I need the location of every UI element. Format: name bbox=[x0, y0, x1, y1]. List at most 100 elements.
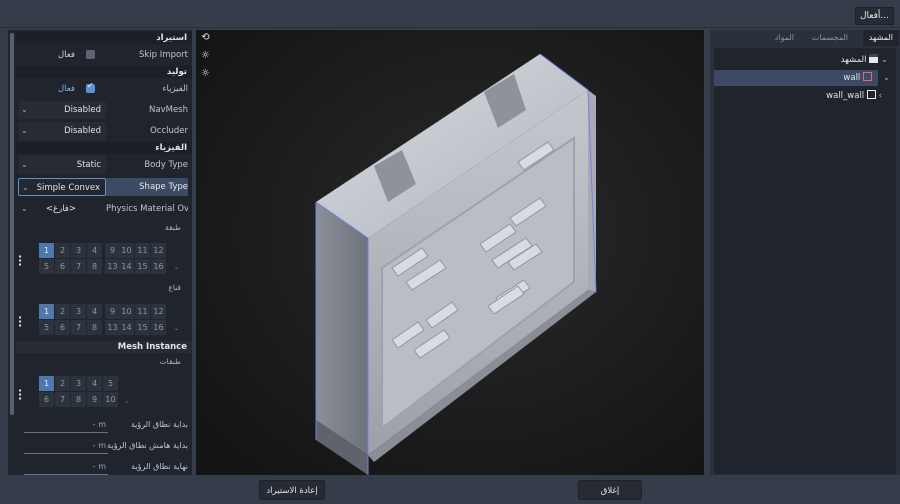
collision-layer-grid: 1 2 3 4 9 10 11 12 5 6 7 8 13 14 15 16 bbox=[39, 243, 166, 274]
chevron-down-icon[interactable]: ⌄ bbox=[174, 325, 179, 332]
layer-cell[interactable]: 4 bbox=[87, 243, 102, 258]
occluder-dropdown[interactable]: ⌄ Disabled bbox=[18, 122, 106, 140]
tree-node-wall[interactable]: wall bbox=[714, 70, 878, 86]
layer-cell[interactable]: 15 bbox=[135, 259, 150, 274]
layer-cell[interactable]: 10 bbox=[119, 304, 134, 319]
actions-button[interactable]: أفعال... bbox=[854, 7, 894, 25]
layer-cell[interactable]: 5 bbox=[39, 259, 54, 274]
visibility-begin-input[interactable]: - m bbox=[24, 420, 108, 433]
visibility-begin-margin-input[interactable]: - m bbox=[24, 441, 108, 454]
occluder-label: Occluder bbox=[150, 126, 188, 136]
skip-import-label: Skip Import bbox=[139, 50, 188, 60]
layer-cell[interactable]: 8 bbox=[87, 259, 102, 274]
physics-material-picker[interactable]: ⌄ <فارغ> bbox=[18, 200, 106, 218]
layer-cell[interactable]: 4 bbox=[87, 304, 102, 319]
layer-cell[interactable]: 1 bbox=[39, 376, 54, 391]
layer-cell[interactable]: 6 bbox=[39, 392, 54, 407]
layer-cell[interactable]: 4 bbox=[87, 376, 102, 391]
chevron-down-icon[interactable]: ⌄ bbox=[174, 264, 179, 271]
layer-cell[interactable]: 3 bbox=[71, 243, 86, 258]
mask-menu-icon[interactable]: · · · bbox=[18, 312, 24, 331]
layer-cell[interactable]: 8 bbox=[87, 320, 102, 335]
tree-node-wall-wall[interactable]: wall_wall ‹ bbox=[826, 88, 882, 104]
layer-cell[interactable]: 16 bbox=[151, 320, 166, 335]
layer-cell[interactable]: 1 bbox=[39, 304, 54, 319]
layer-cell[interactable]: 11 bbox=[135, 243, 150, 258]
layer-cell[interactable]: 10 bbox=[119, 243, 134, 258]
shape-type-label: Shape Type bbox=[106, 178, 188, 196]
visibility-end-input[interactable]: - m bbox=[24, 462, 108, 475]
collision-mask-grid: 1 2 3 4 9 10 11 12 5 6 7 8 13 14 15 16 bbox=[39, 304, 166, 335]
light-1-icon[interactable]: ☼ bbox=[200, 50, 211, 61]
layer-cell[interactable]: 12 bbox=[151, 243, 166, 258]
layer-cell[interactable]: 12 bbox=[151, 304, 166, 319]
section-import: استيراد bbox=[16, 32, 192, 44]
visibility-end-row: نهاية نطاق الرؤية - m bbox=[16, 459, 192, 475]
3d-viewport[interactable]: ⟲ ☼ ☼ bbox=[196, 30, 704, 475]
chevron-down-icon: ⌄ bbox=[21, 204, 28, 213]
clapperboard-icon bbox=[869, 54, 879, 63]
chevron-right-icon[interactable]: ‹ bbox=[879, 91, 882, 101]
chevron-down-icon[interactable]: ⌄ bbox=[124, 398, 129, 405]
layer-cell[interactable]: 2 bbox=[55, 243, 70, 258]
skip-import-row: Skip Import فعال bbox=[16, 46, 192, 64]
light-2-icon[interactable]: ☼ bbox=[200, 68, 211, 79]
layer-cell[interactable]: 6 bbox=[55, 259, 70, 274]
body-type-row: Body Type ⌄ Static bbox=[16, 156, 192, 174]
layer-cell[interactable]: 7 bbox=[55, 392, 70, 407]
layer-cell[interactable]: 5 bbox=[39, 320, 54, 335]
layer-cell[interactable]: 3 bbox=[71, 304, 86, 319]
layer-menu-icon[interactable]: · · · bbox=[18, 251, 24, 270]
layer-cell[interactable]: 16 bbox=[151, 259, 166, 274]
chevron-down-icon: ⌄ bbox=[22, 183, 29, 192]
shape-type-dropdown[interactable]: ⌄ Simple Convex bbox=[18, 178, 106, 196]
visibility-begin-margin-row: بداية هامش نطاق الرؤية - m bbox=[16, 438, 192, 458]
layer-cell[interactable]: 14 bbox=[119, 320, 134, 335]
layer-cell[interactable]: 7 bbox=[71, 320, 86, 335]
layer-cell[interactable]: 9 bbox=[105, 304, 120, 319]
layer-cell[interactable]: 13 bbox=[105, 320, 120, 335]
tab-meshes[interactable]: المجسمات bbox=[806, 30, 854, 46]
layer-cell[interactable]: 13 bbox=[105, 259, 120, 274]
layer-cell[interactable]: 15 bbox=[135, 320, 150, 335]
physics-material-label: Physics Material Ov bbox=[106, 204, 188, 214]
layer-cell[interactable]: 3 bbox=[71, 376, 86, 391]
layer-cell[interactable]: 9 bbox=[87, 392, 102, 407]
layer-cell[interactable]: 5 bbox=[103, 376, 118, 391]
layer-cell[interactable]: 1 bbox=[39, 243, 54, 258]
layer-cell[interactable]: 7 bbox=[71, 259, 86, 274]
navmesh-label: NavMesh bbox=[149, 105, 188, 115]
mesh-layers-menu-icon[interactable]: · · · bbox=[18, 385, 24, 404]
chevron-down-icon[interactable]: ⌄ bbox=[881, 55, 888, 65]
layer-cell[interactable]: 2 bbox=[55, 376, 70, 391]
layer-cell[interactable]: 10 bbox=[103, 392, 118, 407]
chevron-down-icon[interactable]: ⌄ bbox=[883, 70, 890, 86]
tab-materials[interactable]: المواد bbox=[769, 30, 800, 46]
layer-cell[interactable]: 8 bbox=[71, 392, 86, 407]
layer-cell[interactable]: 2 bbox=[55, 304, 70, 319]
layer-cell[interactable]: 9 bbox=[105, 243, 120, 258]
scene-tree: المشهد ⌄ wall ⌄ wall_wall ‹ bbox=[714, 48, 896, 474]
visibility-end-label: نهاية نطاق الرؤية bbox=[131, 462, 188, 471]
section-physics: الفيزياء bbox=[16, 142, 192, 154]
mesh-disabled-icon bbox=[863, 72, 872, 81]
layer-label: طبقة bbox=[164, 223, 181, 232]
layer-cell[interactable]: 14 bbox=[119, 259, 134, 274]
tab-scene[interactable]: المشهد bbox=[862, 30, 899, 46]
inspector-scrollbar[interactable] bbox=[10, 33, 14, 415]
reimport-button[interactable]: إعادة الاستيراد bbox=[259, 480, 325, 500]
rotate-preview-icon[interactable]: ⟲ bbox=[200, 32, 211, 43]
skip-import-checkbox[interactable] bbox=[86, 50, 95, 59]
physics-checkbox[interactable] bbox=[86, 81, 95, 93]
chevron-down-icon: ⌄ bbox=[21, 126, 28, 135]
mesh-layers-grid: 1 2 3 4 5 6 7 8 9 10 bbox=[39, 376, 118, 407]
scene-panel: المشهد المجسمات المواد المشهد ⌄ wall ⌄ w… bbox=[710, 30, 900, 475]
close-button[interactable]: إغلاق bbox=[578, 480, 642, 500]
navmesh-dropdown[interactable]: ⌄ Disabled bbox=[18, 101, 106, 119]
tree-node-scene[interactable]: المشهد ⌄ bbox=[841, 52, 888, 68]
physics-toggle-label: الفيزياء bbox=[162, 84, 188, 94]
layer-cell[interactable]: 11 bbox=[135, 304, 150, 319]
layer-cell[interactable]: 6 bbox=[55, 320, 70, 335]
visibility-begin-margin-label: بداية هامش نطاق الرؤية bbox=[107, 441, 188, 450]
body-type-dropdown[interactable]: ⌄ Static bbox=[18, 156, 106, 174]
